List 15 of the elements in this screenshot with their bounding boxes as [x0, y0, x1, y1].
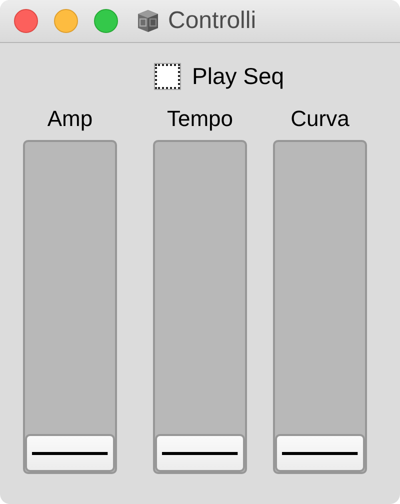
slider-thumb[interactable] — [25, 434, 115, 472]
window-title: Controlli — [168, 7, 256, 35]
checkbox-label: Play Seq — [192, 63, 284, 90]
zoom-button[interactable] — [94, 9, 118, 33]
slider-track[interactable] — [273, 140, 367, 474]
minimize-button[interactable] — [54, 9, 78, 33]
checkbox[interactable] — [155, 64, 180, 89]
slider-track[interactable] — [23, 140, 117, 474]
slider-thumb[interactable] — [275, 434, 365, 472]
slider-thumb[interactable] — [155, 434, 245, 472]
slider-track[interactable] — [153, 140, 247, 474]
slider-label: Amp — [47, 106, 93, 133]
slider-label: Tempo — [166, 106, 234, 133]
close-button[interactable] — [14, 9, 38, 33]
slider-label: Curva — [290, 106, 350, 133]
